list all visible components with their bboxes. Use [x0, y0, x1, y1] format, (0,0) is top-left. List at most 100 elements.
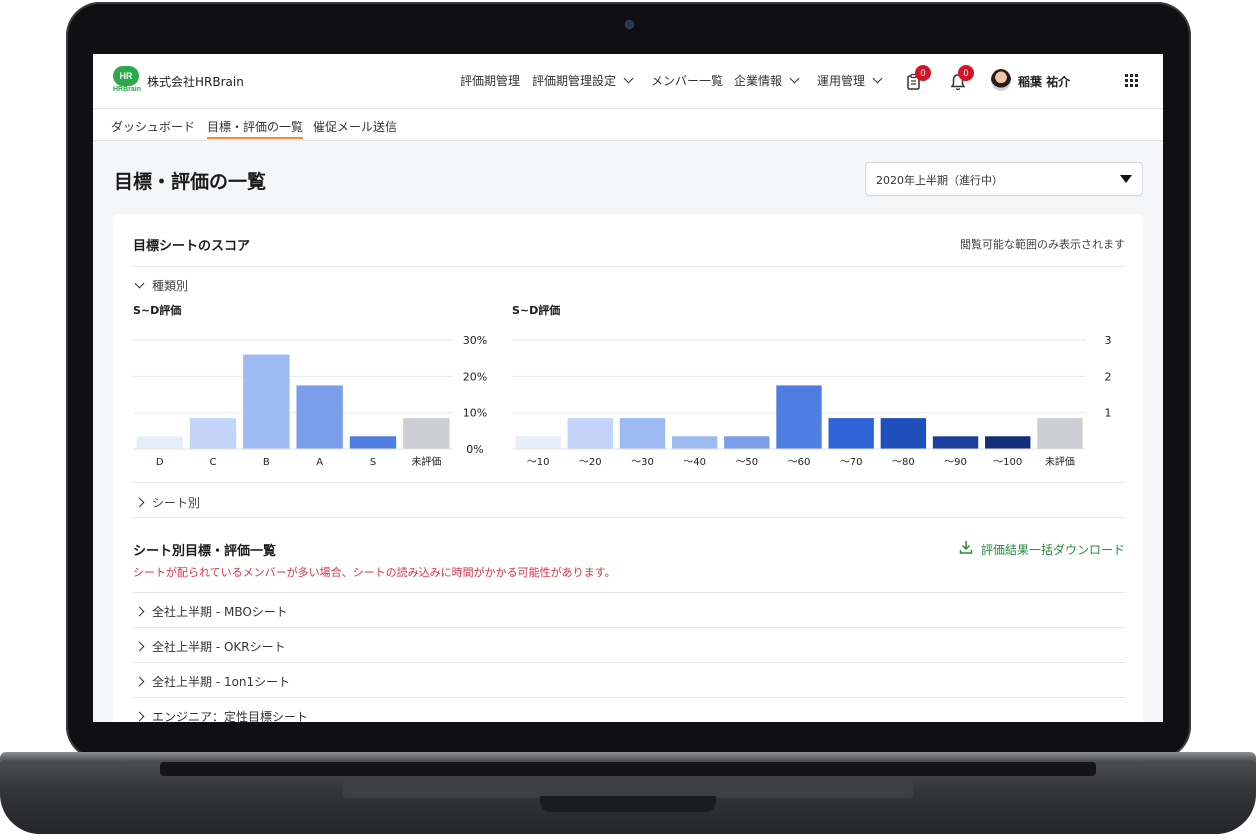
- chart-title-left: S~D評価: [133, 304, 182, 317]
- bar: [828, 418, 874, 449]
- x-tick-label: B: [263, 457, 270, 468]
- bar: [136, 436, 183, 449]
- bar: [349, 436, 397, 449]
- laptop-base-rim: [0, 752, 1256, 760]
- x-tick-label: 〜70: [840, 457, 863, 468]
- score-card: 目標シートのスコア 閲覧可能な範囲のみ表示されます 種類別 S~D評価 S~D評…: [113, 214, 1143, 722]
- chevron-down-icon: [134, 278, 145, 289]
- nav-label: 運用管理: [817, 74, 866, 88]
- bar: [880, 418, 927, 449]
- nav-company-info[interactable]: 企業情報: [734, 72, 800, 89]
- bar: [932, 436, 979, 449]
- bar: [724, 436, 770, 449]
- sheet-row-label: 全社上半期 - OKRシート: [152, 640, 286, 654]
- x-tick-label: 〜40: [683, 457, 706, 468]
- x-tick-label: 〜90: [944, 457, 967, 468]
- divider: [133, 627, 1125, 628]
- caret-down-icon: [1120, 175, 1132, 183]
- app-screen: HR HRBrain 株式会社HRBrain 評価期管理 評価期管理設定 メンバ…: [93, 54, 1163, 722]
- bar: [189, 418, 237, 449]
- camera-icon: [625, 20, 634, 29]
- toggle-label: シート別: [152, 496, 201, 510]
- chevron-right-icon: [134, 676, 145, 687]
- chevron-down-icon: [789, 73, 800, 84]
- sheet-row-label: 全社上半期 - 1on1シート: [152, 675, 291, 689]
- x-tick-label: 未評価: [411, 455, 441, 468]
- y-tick-label: 1: [1105, 407, 1112, 420]
- notification-button[interactable]: 0: [950, 65, 974, 91]
- nav-operations[interactable]: 運用管理: [817, 72, 883, 89]
- chevron-down-icon: [623, 73, 634, 84]
- avatar[interactable]: [991, 69, 1011, 91]
- tab-reminder-mail[interactable]: 催促メール送信: [313, 118, 397, 135]
- x-tick-label: D: [156, 457, 164, 468]
- y-tick-label: 10%: [463, 407, 487, 420]
- chevron-right-icon: [134, 606, 145, 617]
- x-tick-label: 〜80: [892, 457, 915, 468]
- x-tick-label: 〜20: [579, 457, 602, 468]
- notification-badge: 0: [958, 65, 974, 81]
- y-tick-label: 2: [1105, 370, 1112, 383]
- trackpad: [343, 778, 913, 798]
- nav-label: 企業情報: [734, 74, 783, 88]
- sheet-row[interactable]: 全社上半期 - OKRシート: [133, 638, 286, 655]
- download-results-link[interactable]: 評価結果一括ダウンロード: [959, 541, 1125, 558]
- page-title: 目標・評価の一覧: [114, 171, 267, 193]
- bar: [403, 418, 450, 449]
- logo-mark: HR: [113, 66, 139, 86]
- period-select[interactable]: 2020年上半期（進行中）: [865, 162, 1143, 196]
- bar: [1037, 418, 1083, 449]
- visibility-note: 閲覧可能な範囲のみ表示されます: [960, 238, 1125, 251]
- toggle-label: 種類別: [152, 279, 189, 293]
- x-tick-label: 〜60: [788, 457, 811, 468]
- bar: [567, 418, 613, 449]
- card-title: 目標シートのスコア: [133, 239, 251, 254]
- y-tick-label: 0%: [466, 443, 483, 456]
- top-bar: HR HRBrain 株式会社HRBrain 評価期管理 評価期管理設定 メンバ…: [93, 54, 1163, 109]
- sheet-row[interactable]: エンジニア：定性目標シート: [133, 708, 308, 722]
- sheet-list-title: シート別目標・評価一覧: [133, 544, 277, 559]
- period-select-value: 2020年上半期（進行中）: [876, 174, 1003, 187]
- nav-member-list[interactable]: メンバー一覧: [651, 72, 723, 89]
- x-tick-label: 未評価: [1045, 455, 1075, 468]
- divider: [133, 592, 1125, 593]
- divider: [133, 662, 1125, 663]
- bar-chart-by-grade: 0% 10% 20% 30% D C B A S 未評価: [133, 334, 487, 468]
- bar-chart-by-score: 1 2 3 〜10 〜20 〜30 〜40 〜50 〜60 〜70 〜80 〜90 〜100 未評価: [512, 334, 1112, 468]
- task-button[interactable]: 0: [906, 65, 931, 91]
- tab-dashboard[interactable]: ダッシュボード: [111, 118, 195, 135]
- bar: [671, 436, 718, 449]
- task-badge: 0: [915, 65, 931, 81]
- chevron-right-icon: [134, 711, 145, 722]
- divider: [133, 266, 1125, 267]
- y-tick-label: 3: [1105, 334, 1112, 347]
- loading-warning: シートが配られているメンバーが多い場合、シートの読み込みに時間がかかる可能性があ…: [133, 566, 616, 579]
- user-name[interactable]: 稲葉 祐介: [1018, 73, 1070, 90]
- toggle-by-type[interactable]: 種類別: [133, 277, 188, 294]
- toggle-by-sheet[interactable]: シート別: [133, 494, 200, 511]
- keyboard: [160, 762, 1096, 776]
- app-grid-icon[interactable]: [1125, 74, 1139, 88]
- sheet-row-label: エンジニア：定性目標シート: [152, 710, 309, 722]
- bar: [243, 354, 290, 449]
- nav-evaluation-period[interactable]: 評価期管理: [460, 72, 520, 89]
- nav-label: 評価期管理: [460, 74, 521, 88]
- y-tick-label: 30%: [463, 334, 487, 347]
- sheet-row[interactable]: 全社上半期 - 1on1シート: [133, 673, 290, 690]
- sub-navigation: ダッシュボード 目標・評価の一覧 催促メール送信: [93, 109, 1163, 141]
- tab-goal-evaluation-list[interactable]: 目標・評価の一覧: [207, 118, 304, 139]
- sheet-row[interactable]: 全社上半期 - MBOシート: [133, 603, 288, 620]
- bar: [776, 385, 822, 449]
- chart-title-right: S~D評価: [512, 304, 561, 317]
- hrbrain-logo[interactable]: HR HRBrain: [112, 66, 141, 96]
- laptop-notch: [540, 796, 716, 812]
- y-tick-label: 20%: [463, 370, 487, 383]
- logo-wordmark: HRBrain: [112, 86, 141, 93]
- x-tick-label: 〜50: [735, 457, 758, 468]
- sheet-row-label: 全社上半期 - MBOシート: [152, 605, 288, 619]
- divider: [133, 517, 1125, 518]
- x-tick-label: A: [316, 457, 323, 468]
- divider: [133, 697, 1125, 698]
- download-label: 評価結果一括ダウンロード: [980, 543, 1125, 557]
- nav-evaluation-settings[interactable]: 評価期管理設定: [532, 72, 634, 89]
